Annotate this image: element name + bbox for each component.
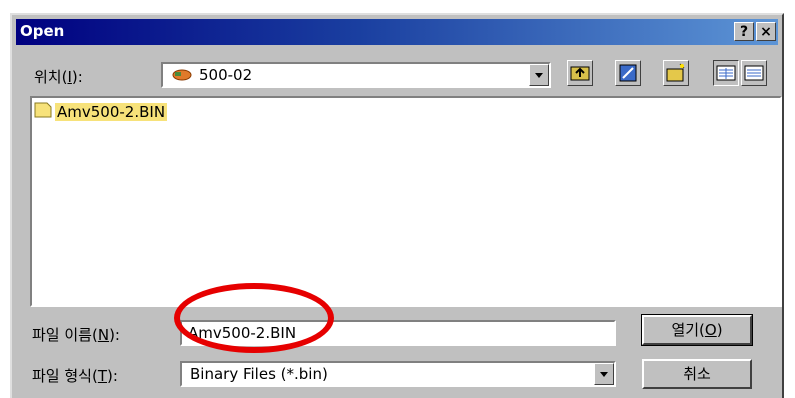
up-folder-icon[interactable]: [567, 60, 593, 86]
details-view-icon[interactable]: [741, 60, 767, 86]
location-dropdown-button[interactable]: [529, 64, 549, 86]
close-button[interactable]: ×: [756, 22, 776, 41]
highlight-circle: [174, 283, 334, 353]
filename-label: 파일 이름(N):: [32, 326, 120, 344]
filetype-label: 파일 형식(T):: [32, 367, 118, 385]
file-list[interactable]: Amv500-2.BIN: [30, 96, 782, 307]
filetype-dropdown-button[interactable]: [594, 363, 614, 385]
open-button[interactable]: 열기(O): [641, 314, 753, 346]
help-button[interactable]: ?: [734, 22, 754, 41]
binary-file-icon: [34, 102, 52, 122]
desktop-icon[interactable]: [615, 60, 641, 86]
cancel-button[interactable]: 취소: [642, 359, 752, 389]
filetype-combo[interactable]: Binary Files (*.bin): [180, 361, 616, 387]
open-dialog: Open ? × 위치(I): 500-02 Amv500-2.BIN 파일 이…: [10, 13, 784, 398]
list-view-icon[interactable]: [713, 60, 739, 86]
new-folder-icon[interactable]: [663, 60, 689, 86]
filetype-value: Binary Files (*.bin): [190, 365, 328, 383]
location-value: 500-02: [199, 66, 253, 84]
location-combo[interactable]: 500-02: [161, 62, 551, 88]
window-title: Open: [20, 22, 65, 40]
drive-icon: [171, 68, 193, 86]
title-bar[interactable]: Open ? ×: [16, 19, 778, 45]
location-label: 위치(I):: [34, 68, 83, 86]
file-name: Amv500-2.BIN: [55, 103, 168, 121]
list-item[interactable]: Amv500-2.BIN: [34, 102, 168, 122]
